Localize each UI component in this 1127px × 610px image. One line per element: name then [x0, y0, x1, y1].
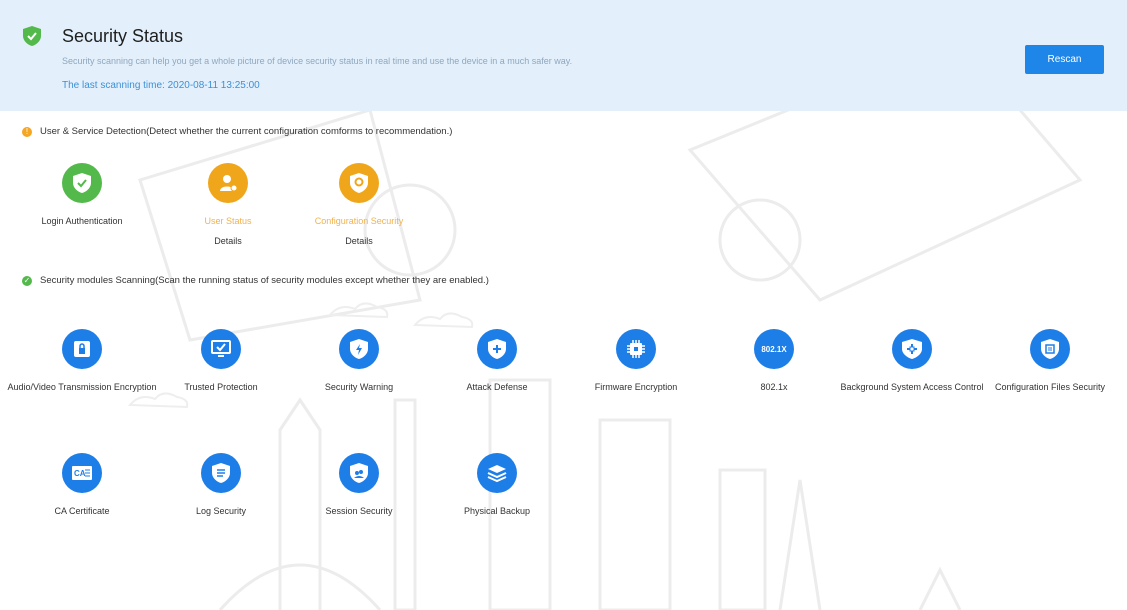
- detection-item-user-status: User Status Details: [153, 163, 303, 249]
- module-item-log-security: Log Security: [146, 453, 296, 521]
- item-label: Physical Backup: [463, 506, 531, 516]
- log-shield-icon: [201, 453, 241, 493]
- detection-item-configuration-security: Configuration Security Details: [284, 163, 434, 249]
- user-icon: [208, 163, 248, 203]
- module-item-background-access-control: Background System Access Control: [837, 329, 987, 397]
- item-label: Audio/Video Transmission Encryption: [7, 382, 157, 392]
- module-item-security-warning: Security Warning: [284, 329, 434, 397]
- module-item-configuration-files-security: Configuration Files Security: [975, 329, 1125, 397]
- module-item-physical-backup: Physical Backup: [422, 453, 572, 521]
- last-scan-time: The last scanning time: 2020-08-11 13:25…: [62, 80, 260, 91]
- warning-icon: !: [22, 126, 32, 137]
- monitor-check-icon: [201, 329, 241, 369]
- item-label: Login Authentication: [41, 216, 123, 226]
- user-service-heading-text: User & Service Detection(Detect whether …: [40, 126, 453, 137]
- item-label: Trusted Protection: [184, 382, 258, 392]
- configuration-security-details-link[interactable]: Details: [345, 236, 373, 246]
- item-label: Session Security: [325, 506, 393, 516]
- 802-1x-icon: 802.1X: [754, 329, 794, 369]
- item-label: Background System Access Control: [840, 382, 984, 392]
- 802-1x-icon-text: 802.1X: [761, 344, 787, 354]
- shield-check-icon: [23, 26, 41, 46]
- layers-icon: [477, 453, 517, 493]
- item-label: Configuration Files Security: [994, 382, 1106, 392]
- module-item-ca-certificate: CA CA Certificate: [7, 453, 157, 521]
- item-label: 802.1x: [760, 382, 788, 392]
- av-encryption-icon: [62, 329, 102, 369]
- module-item-802-1x: 802.1X 802.1x: [699, 329, 849, 397]
- item-label: Configuration Security: [314, 216, 404, 226]
- module-item-trusted-protection: Trusted Protection: [146, 329, 296, 397]
- module-item-av-encryption: Audio/Video Transmission Encryption: [7, 329, 157, 397]
- config-shield-icon: [339, 163, 379, 203]
- access-shield-icon: [892, 329, 932, 369]
- session-shield-icon: [339, 453, 379, 493]
- ca-icon-text: CA: [74, 469, 86, 478]
- item-label: User Status: [204, 216, 252, 226]
- user-status-details-link[interactable]: Details: [214, 236, 242, 246]
- module-item-session-security: Session Security: [284, 453, 434, 521]
- file-shield-icon: [1030, 329, 1070, 369]
- item-label: Attack Defense: [466, 382, 528, 392]
- header-description: Security scanning can help you get a who…: [62, 56, 573, 66]
- plus-shield-icon: [477, 329, 517, 369]
- detection-item-login-authentication: Login Authentication: [7, 163, 157, 231]
- item-label: CA Certificate: [54, 506, 110, 516]
- security-status-header: Security Status Security scanning can he…: [0, 0, 1127, 111]
- ca-certificate-icon: CA: [62, 453, 102, 493]
- rescan-button[interactable]: Rescan: [1025, 45, 1104, 74]
- module-item-attack-defense: Attack Defense: [422, 329, 572, 397]
- user-service-heading: ! User & Service Detection(Detect whethe…: [22, 126, 452, 137]
- modules-heading: ✓ Security modules Scanning(Scan the run…: [22, 275, 489, 286]
- item-label: Log Security: [195, 506, 247, 516]
- check-icon: ✓: [22, 275, 32, 286]
- module-item-firmware-encryption: Firmware Encryption: [561, 329, 711, 397]
- page-title: Security Status: [62, 26, 184, 46]
- shield-check-icon: [62, 163, 102, 203]
- chip-icon: [616, 329, 656, 369]
- lightning-shield-icon: [339, 329, 379, 369]
- item-label: Security Warning: [324, 382, 394, 392]
- modules-heading-text: Security modules Scanning(Scan the runni…: [40, 275, 489, 286]
- item-label: Firmware Encryption: [594, 382, 678, 392]
